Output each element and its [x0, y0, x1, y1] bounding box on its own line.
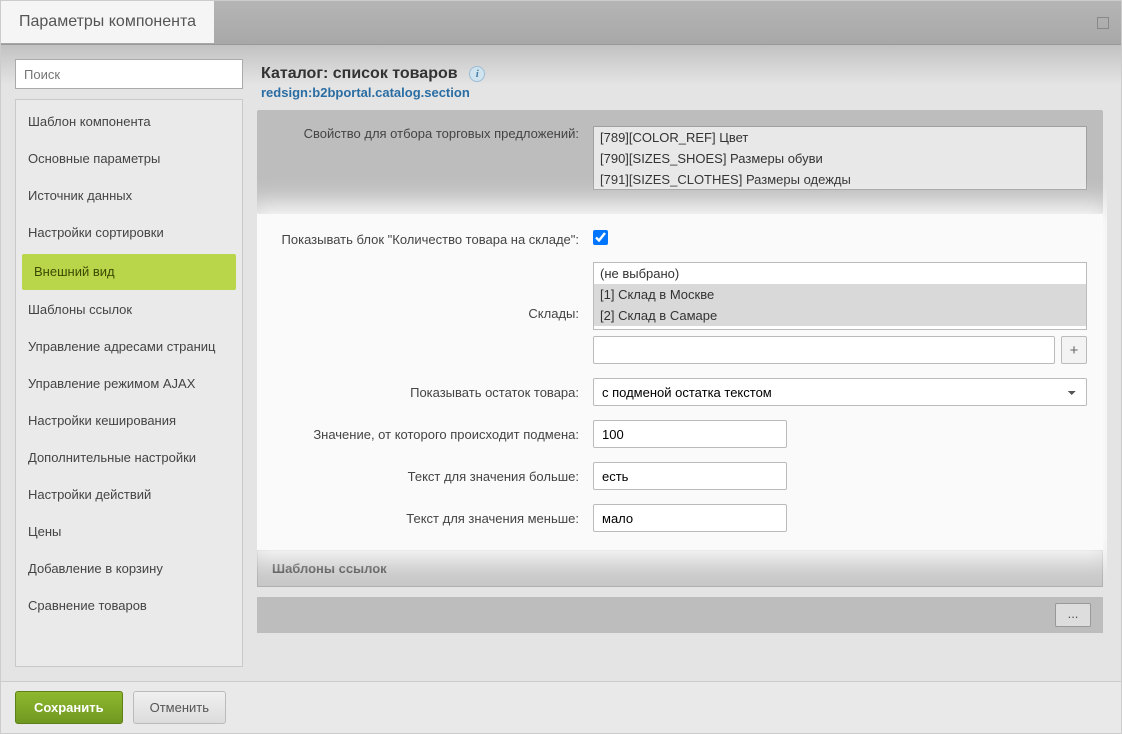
form-row-show-stock: Показывать блок "Количество товара на ск…	[273, 230, 1087, 248]
text-more-input[interactable]	[593, 462, 787, 490]
cancel-button[interactable]: Отменить	[133, 691, 226, 724]
sidebar-item[interactable]: Управление адресами страниц	[16, 329, 242, 366]
page-title: Каталог: список товаров	[261, 65, 458, 83]
dimmed-section-bottom: ...	[257, 597, 1103, 633]
sidebar-item[interactable]: Дополнительные настройки	[16, 440, 242, 477]
form-row-show-remainder: Показывать остаток товара: с подменой ос…	[273, 378, 1087, 406]
window-control-icon[interactable]	[1097, 17, 1109, 29]
sidebar-item[interactable]: Настройки действий	[16, 477, 242, 514]
form-row-threshold: Значение, от которого происходит подмена…	[273, 420, 1087, 448]
main-header: Каталог: список товаров i redsign:b2bpor…	[257, 59, 1107, 110]
save-button[interactable]: Сохранить	[15, 691, 123, 724]
component-params-window: Параметры компонента Шаблон компонента О…	[0, 0, 1122, 734]
label-text-less: Текст для значения меньше:	[273, 511, 593, 526]
threshold-input[interactable]	[593, 420, 787, 448]
info-icon[interactable]: i	[469, 66, 485, 82]
footer: Сохранить Отменить	[1, 681, 1121, 733]
show-stock-checkbox[interactable]	[593, 230, 608, 245]
stores-add-row: +	[593, 336, 1087, 364]
search-wrap	[15, 59, 243, 89]
label-threshold: Значение, от которого происходит подмена…	[273, 427, 593, 442]
section-header-links[interactable]: Шаблоны ссылок	[257, 550, 1103, 587]
sidebar-item[interactable]: Настройки сортировки	[16, 215, 242, 252]
listbox-option[interactable]: (не выбрано)	[594, 263, 1086, 284]
sidebar-item[interactable]: Цены	[16, 514, 242, 551]
browse-button[interactable]: ...	[1055, 603, 1091, 627]
stores-listbox[interactable]: (не выбрано) [1] Склад в Москве [2] Скла…	[593, 262, 1087, 330]
offers-prop-multiselect[interactable]: [789][COLOR_REF] Цвет [790][SIZES_SHOES]…	[593, 126, 1087, 190]
sidebar-item[interactable]: Шаблон компонента	[16, 104, 242, 141]
multiselect-option[interactable]: [790][SIZES_SHOES] Размеры обуви	[594, 148, 1086, 169]
sidebar-item[interactable]: Сравнение товаров	[16, 588, 242, 625]
form-row-text-more: Текст для значения больше:	[273, 462, 1087, 490]
window-body: Шаблон компонента Основные параметры Ист…	[1, 45, 1121, 681]
multiselect-option[interactable]: [789][COLOR_REF] Цвет	[594, 127, 1086, 148]
component-id: redsign:b2bportal.catalog.section	[261, 85, 1107, 100]
label-stores: Склады:	[273, 306, 593, 321]
listbox-option-selected[interactable]: [2] Склад в Самаре	[594, 305, 1086, 326]
highlighted-section: Показывать блок "Количество товара на ск…	[257, 214, 1103, 550]
text-less-input[interactable]	[593, 504, 787, 532]
label-text-more: Текст для значения больше:	[273, 469, 593, 484]
titlebar: Параметры компонента	[1, 1, 1121, 45]
multiselect-option[interactable]: [791][SIZES_CLOTHES] Размеры одежды	[594, 169, 1086, 190]
show-remainder-select[interactable]: с подменой остатка текстом	[593, 378, 1087, 406]
sidebar-item[interactable]: Добавление в корзину	[16, 551, 242, 588]
form-row-text-less: Текст для значения меньше:	[273, 504, 1087, 532]
label-show-stock: Показывать блок "Количество товара на ск…	[273, 232, 593, 247]
sidebar-item[interactable]: Настройки кеширования	[16, 403, 242, 440]
sidebar: Шаблон компонента Основные параметры Ист…	[15, 59, 243, 667]
search-input[interactable]	[24, 67, 234, 82]
label-show-remainder: Показывать остаток товара:	[273, 385, 593, 400]
form-row-stores: Склады: (не выбрано) [1] Склад в Москве …	[273, 262, 1087, 364]
sidebar-item[interactable]: Шаблоны ссылок	[16, 292, 242, 329]
listbox-option-selected[interactable]: [1] Склад в Москве	[594, 284, 1086, 305]
sidebar-nav[interactable]: Шаблон компонента Основные параметры Ист…	[15, 99, 243, 667]
window-title: Параметры компонента	[1, 1, 214, 43]
sidebar-item[interactable]: Источник данных	[16, 178, 242, 215]
stores-add-button[interactable]: +	[1061, 336, 1087, 364]
sidebar-item[interactable]: Основные параметры	[16, 141, 242, 178]
sidebar-item[interactable]: Управление режимом AJAX	[16, 366, 242, 403]
sidebar-item-active[interactable]: Внешний вид	[22, 254, 236, 291]
main-panel: Каталог: список товаров i redsign:b2bpor…	[257, 59, 1107, 667]
label-offers-prop: Свойство для отбора торговых предложений…	[273, 126, 593, 141]
stores-add-input[interactable]	[593, 336, 1055, 364]
form-area: Свойство для отбора торговых предложений…	[257, 110, 1107, 667]
form-row-offers-prop: Свойство для отбора торговых предложений…	[273, 126, 1087, 190]
dimmed-section-top: Свойство для отбора торговых предложений…	[257, 110, 1103, 214]
